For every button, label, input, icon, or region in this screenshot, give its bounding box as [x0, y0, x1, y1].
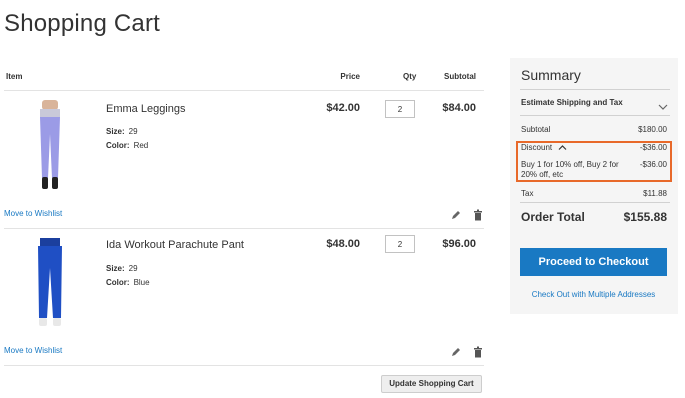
tax-label: Tax: [521, 189, 534, 198]
option-value: 29: [128, 264, 138, 273]
subtotal-label: Subtotal: [521, 125, 551, 134]
move-to-wishlist-link[interactable]: Move to Wishlist: [4, 346, 62, 355]
product-image-emma-leggings[interactable]: [28, 100, 72, 192]
estimate-shipping-toggle[interactable]: Estimate Shipping and Tax: [521, 98, 623, 107]
summary-divider: [520, 115, 670, 116]
row-divider: [4, 365, 484, 366]
chevron-down-icon[interactable]: [658, 98, 668, 110]
summary-divider: [520, 202, 670, 203]
tax-value: $11.88: [643, 189, 667, 198]
option-label: Size:: [106, 127, 125, 136]
item-subtotal: $96.00: [442, 238, 476, 250]
option-label: Color:: [106, 278, 130, 287]
proceed-to-checkout-button[interactable]: Proceed to Checkout: [520, 248, 667, 276]
item-price: $48.00: [326, 238, 360, 250]
discount-rule-value: -$36.00: [639, 160, 667, 169]
column-header-subtotal: Subtotal: [444, 72, 476, 81]
option-label: Color:: [106, 141, 130, 150]
option-value: 29: [128, 127, 138, 136]
option-value: Red: [133, 141, 149, 150]
column-header-item: Item: [6, 72, 23, 81]
discount-label: Discount: [521, 143, 553, 152]
summary-title: Summary: [521, 67, 581, 83]
order-total-label: Order Total: [521, 210, 585, 224]
discount-toggle[interactable]: Discount: [521, 143, 567, 152]
summary-divider: [520, 89, 670, 90]
item-price: $42.00: [326, 102, 360, 114]
column-header-price: Price: [340, 72, 360, 81]
product-name-link[interactable]: Emma Leggings: [106, 103, 186, 115]
page-title: Shopping Cart: [4, 10, 161, 37]
move-to-wishlist-link[interactable]: Move to Wishlist: [4, 209, 62, 218]
product-option-color: Color: Blue: [106, 278, 150, 287]
item-subtotal: $84.00: [442, 102, 476, 114]
order-total-value: $155.88: [623, 210, 667, 224]
product-option-size: Size: 29: [106, 127, 138, 136]
column-header-qty: Qty: [403, 72, 417, 81]
delete-trash-icon[interactable]: [472, 345, 484, 358]
chevron-up-icon: [558, 145, 567, 151]
multiple-addresses-link[interactable]: Check Out with Multiple Addresses: [520, 290, 667, 299]
quantity-input[interactable]: 2: [385, 235, 415, 253]
option-label: Size:: [106, 264, 125, 273]
product-option-size: Size: 29: [106, 264, 138, 273]
product-image-ida-workout-parachute-pant[interactable]: [28, 238, 72, 330]
option-value: Blue: [133, 278, 150, 287]
header-divider: [4, 90, 484, 91]
discount-value: -$36.00: [639, 143, 667, 152]
quantity-input[interactable]: 2: [385, 100, 415, 118]
product-name-link[interactable]: Ida Workout Parachute Pant: [106, 239, 244, 251]
update-shopping-cart-button[interactable]: Update Shopping Cart: [381, 375, 482, 393]
row-divider: [4, 228, 484, 229]
edit-pencil-icon[interactable]: [450, 345, 462, 357]
product-option-color: Color: Red: [106, 141, 148, 150]
subtotal-value: $180.00: [638, 125, 667, 134]
delete-trash-icon[interactable]: [472, 208, 484, 221]
edit-pencil-icon[interactable]: [450, 208, 462, 220]
